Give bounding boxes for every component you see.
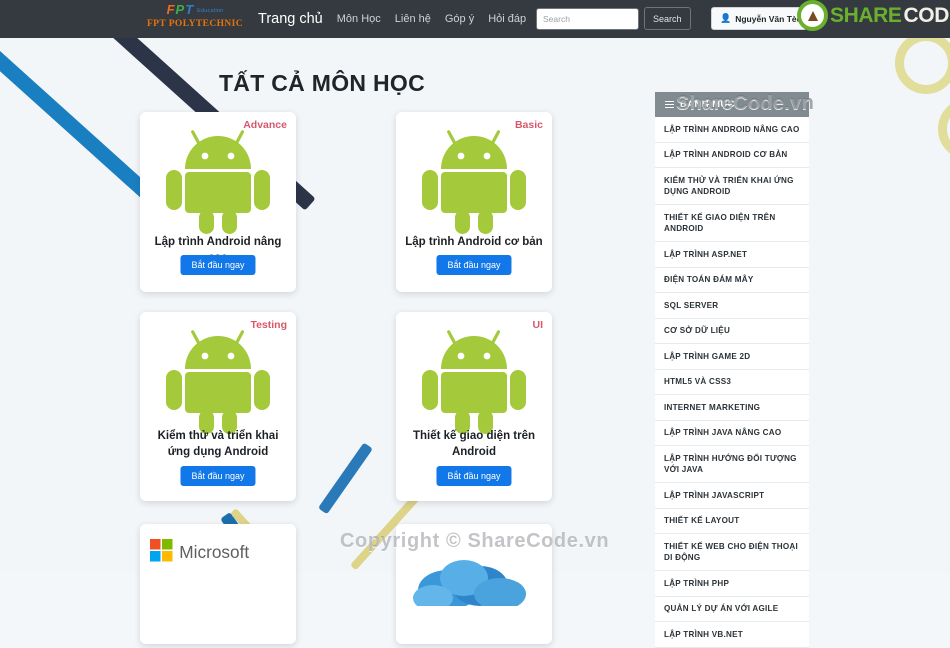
search-button[interactable]: Search <box>644 7 691 30</box>
sidebar-item-android-co-ban[interactable]: LẬP TRÌNH ANDROID CƠ BẢN <box>655 143 809 169</box>
hamburger-icon <box>665 99 674 109</box>
card-badge: UI <box>533 319 544 331</box>
sidebar-item-sql-server[interactable]: SQL SERVER <box>655 293 809 319</box>
sidebar-item-android-nang-cao[interactable]: LẬP TRÌNH ANDROID NÂNG CAO <box>655 117 809 143</box>
card-start-button[interactable]: Bắt đầu ngay <box>436 255 511 275</box>
card-start-button[interactable]: Bắt đầu ngay <box>180 466 255 486</box>
course-card[interactable]: Testing Kiểm thử và triển khai ứng dụng … <box>140 312 296 501</box>
user-name-label: Nguyễn Văn Tèo <box>735 14 802 24</box>
sidebar-item-php[interactable]: LẬP TRÌNH PHP <box>655 571 809 597</box>
sidebar-item-dien-toan-dam-may[interactable]: ĐIỆN TOÁN ĐÁM MÂY <box>655 268 809 294</box>
sidebar-header[interactable]: DANH MỤC <box>655 92 809 117</box>
course-card[interactable]: Microsoft <box>140 524 296 644</box>
nav-item-lien-he[interactable]: Liên hệ <box>395 13 431 25</box>
sidebar-item-html5-css3[interactable]: HTML5 VÀ CSS3 <box>655 370 809 396</box>
fpt-letter-t: T <box>185 3 193 16</box>
android-robot-icon <box>163 326 273 434</box>
decor-ring-1 <box>895 32 950 94</box>
fpt-polytechnic-label: FPT POLYTECHNIC <box>140 19 250 29</box>
nav-item-hoi-dap[interactable]: Hỏi đáp <box>488 13 526 25</box>
page-title: TẤT CẢ MÔN HỌC <box>0 70 644 97</box>
nav-item-gop-y[interactable]: Góp ý <box>445 13 474 25</box>
card-start-button[interactable]: Bắt đầu ngay <box>180 255 255 275</box>
sidebar-item-game-2d[interactable]: LẬP TRÌNH GAME 2D <box>655 344 809 370</box>
sidebar-item-web-dien-thoai[interactable]: THIẾT KẾ WEB CHO ĐIỆN THOẠI DI ĐỘNG <box>655 534 809 571</box>
fpt-education-label: Education <box>197 8 223 14</box>
search-input[interactable] <box>536 8 639 30</box>
cloud-icon <box>408 546 538 606</box>
fpt-logo-mark: F P T Education <box>140 2 250 16</box>
card-title: Kiểm thử và triển khai ứng dụng Android <box>148 428 288 460</box>
course-card[interactable]: Advance Lập trình Android nâng cao Bắt đ… <box>140 112 296 292</box>
decor-ring-2 <box>938 98 950 160</box>
android-robot-icon <box>419 126 529 234</box>
course-card[interactable]: UI Thiết kế giao diện trên Android Bắt đ… <box>396 312 552 501</box>
card-start-button[interactable]: Bắt đầu ngay <box>436 466 511 486</box>
card-title: Lập trình Android cơ bản <box>404 234 544 250</box>
sidebar-item-agile[interactable]: QUẢN LÝ DỰ ÁN VỚI AGILE <box>655 597 809 623</box>
sidebar-header-label: DANH MỤC <box>680 99 735 110</box>
sidebar-item-co-so-du-lieu[interactable]: CƠ SỞ DỮ LIỆU <box>655 319 809 345</box>
search-form: Search <box>536 7 691 30</box>
microsoft-logo-icon: Microsoft <box>150 533 270 575</box>
sidebar-item-thiet-ke-giao-dien[interactable]: THIẾT KẾ GIAO DIỆN TRÊN ANDROID <box>655 205 809 242</box>
fpt-letter-p: P <box>176 3 185 16</box>
user-menu-button[interactable]: 👤 Nguyễn Văn Tèo <box>711 7 807 30</box>
category-sidebar: DANH MỤC LẬP TRÌNH ANDROID NÂNG CAO LẬP … <box>655 92 809 648</box>
course-card[interactable]: Basic Lập trình Android cơ bản Bắt đầu n… <box>396 112 552 292</box>
android-robot-icon <box>419 326 529 434</box>
main-navigation: Trang chủ Môn Học Liên hệ Góp ý Hỏi đáp <box>258 0 526 38</box>
sidebar-item-kiem-thu-android[interactable]: KIỂM THỬ VÀ TRIỂN KHAI ỨNG DỤNG ANDROID <box>655 168 809 205</box>
svg-text:Microsoft: Microsoft <box>179 542 249 562</box>
sidebar-item-java-nang-cao[interactable]: LẬP TRÌNH JAVA NÂNG CAO <box>655 421 809 447</box>
nav-item-trang-chu[interactable]: Trang chủ <box>258 11 323 27</box>
sidebar-item-huong-doi-tuong[interactable]: LẬP TRÌNH HƯỚNG ĐỐI TƯỢNG VỚI JAVA <box>655 446 809 483</box>
decor-line-blue-3 <box>318 442 373 514</box>
sidebar-item-vb-net[interactable]: LẬP TRÌNH VB.NET <box>655 622 809 648</box>
fpt-letter-f: F <box>167 3 175 16</box>
brand-logo[interactable]: F P T Education FPT POLYTECHNIC <box>140 2 250 29</box>
sidebar-item-javascript[interactable]: LẬP TRÌNH JAVASCRIPT <box>655 483 809 509</box>
nav-item-mon-hoc[interactable]: Môn Học <box>337 13 381 25</box>
course-card[interactable] <box>396 524 552 644</box>
sidebar-item-thiet-ke-layout[interactable]: THIẾT KẾ LAYOUT <box>655 509 809 535</box>
navbar: F P T Education FPT POLYTECHNIC Trang ch… <box>0 0 950 38</box>
user-icon: 👤 <box>720 13 731 24</box>
android-robot-icon <box>163 126 273 234</box>
sidebar-item-asp-net[interactable]: LẬP TRÌNH ASP.NET <box>655 242 809 268</box>
sidebar-item-internet-marketing[interactable]: INTERNET MARKETING <box>655 395 809 421</box>
card-title: Thiết kế giao diện trên Android <box>404 428 544 460</box>
